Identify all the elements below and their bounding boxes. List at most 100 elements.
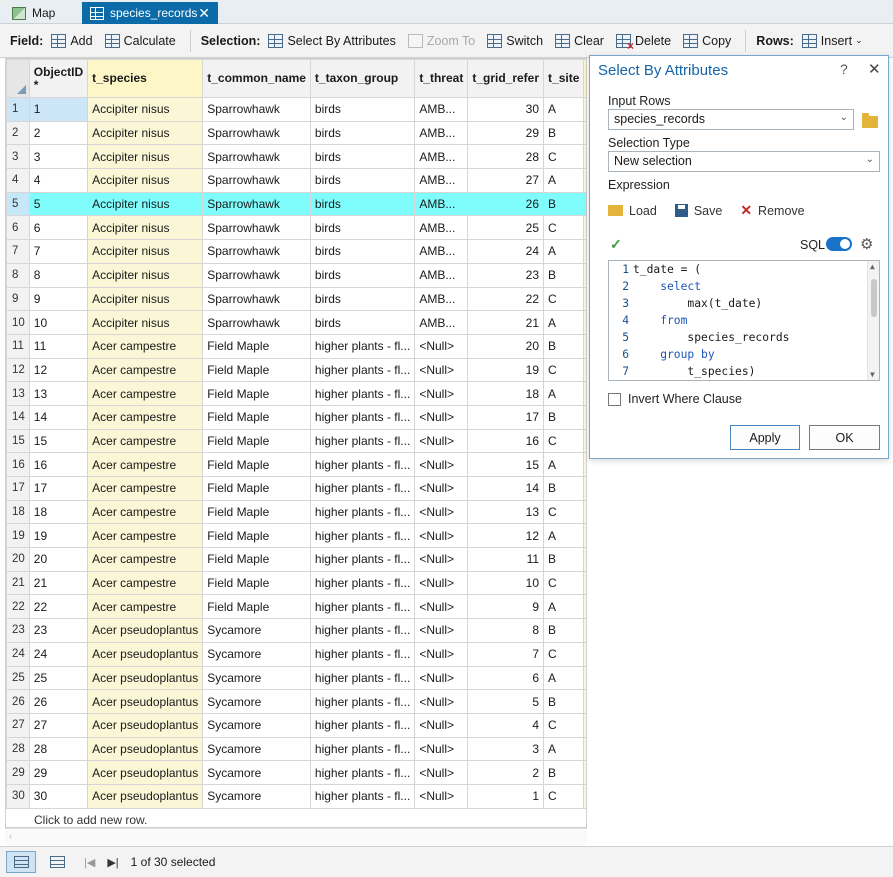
cell-t-threat[interactable]: <Null> xyxy=(414,523,469,549)
table-row[interactable]: 24 24 Acer pseudoplantus Sycamore higher pla… xyxy=(6,641,586,667)
cell-rownum[interactable]: 8 xyxy=(6,262,30,288)
cell-t-site[interactable]: B xyxy=(543,476,585,501)
cell-t-common-name[interactable]: Sparrowhawk xyxy=(202,215,311,241)
cell-t-grid-refer[interactable]: 26 xyxy=(467,191,545,217)
gear-icon[interactable]: ⚙ xyxy=(860,235,873,253)
cell-t-site[interactable]: B xyxy=(543,191,585,217)
cell-t-site[interactable]: C xyxy=(543,783,585,809)
cell-t-taxon-group[interactable]: higher plants - fl... xyxy=(309,499,416,525)
cell-objectid[interactable]: 14 xyxy=(28,404,89,430)
cell-t-site[interactable]: A xyxy=(543,97,585,122)
cell-t-species[interactable]: Acer pseudoplantus xyxy=(87,712,204,738)
cell-t-species[interactable]: Acer pseudoplantus xyxy=(87,783,204,809)
cell-t-taxon-group[interactable]: birds xyxy=(309,310,416,335)
cell-t-threat[interactable]: <Null> xyxy=(414,736,469,762)
cell-rownum[interactable]: 22 xyxy=(6,594,30,620)
cell-t-grid-refer[interactable]: 23 xyxy=(467,262,545,288)
cell-t-date[interactable]: 2024-09-01 xyxy=(583,783,586,809)
cell-t-date[interactable]: 2024-12-01 xyxy=(583,191,586,217)
cell-t-date[interactable]: 2024-10-01 xyxy=(583,310,586,335)
cell-t-grid-refer[interactable]: 12 xyxy=(467,523,545,549)
cell-t-grid-refer[interactable]: 29 xyxy=(467,120,545,146)
cell-rownum[interactable]: 2 xyxy=(6,120,30,146)
cell-t-common-name[interactable]: Field Maple xyxy=(202,428,311,454)
cell-t-site[interactable]: A xyxy=(543,239,585,264)
cell-t-common-name[interactable]: Sparrowhawk xyxy=(202,262,311,288)
cell-objectid[interactable]: 24 xyxy=(28,641,89,667)
cell-rownum[interactable]: 14 xyxy=(6,404,30,430)
cell-t-common-name[interactable]: Sparrowhawk xyxy=(202,144,311,170)
cell-t-threat[interactable]: AMB... xyxy=(414,262,469,288)
cell-t-site[interactable]: C xyxy=(543,570,585,596)
cell-t-site[interactable]: B xyxy=(543,547,585,572)
select-all-corner[interactable] xyxy=(6,59,30,98)
cell-t-taxon-group[interactable]: birds xyxy=(309,97,416,122)
cell-t-species[interactable]: Acer campestre xyxy=(87,499,204,525)
cell-t-threat[interactable]: <Null> xyxy=(414,476,469,501)
zoom-to-button[interactable]: Zoom To xyxy=(407,33,475,48)
scroll-thumb[interactable] xyxy=(871,279,877,317)
cell-t-taxon-group[interactable]: higher plants - fl... xyxy=(309,547,416,572)
cell-t-threat[interactable]: AMB... xyxy=(414,215,469,241)
cell-rownum[interactable]: 1 xyxy=(6,97,30,122)
cell-t-species[interactable]: Acer campestre xyxy=(87,333,204,359)
cell-t-species[interactable]: Accipiter nisus xyxy=(87,262,204,288)
sql-toggle[interactable] xyxy=(826,237,852,251)
cell-t-common-name[interactable]: Sycamore xyxy=(202,783,311,809)
cell-objectid[interactable]: 16 xyxy=(28,452,89,477)
cell-t-species[interactable]: Accipiter nisus xyxy=(87,239,204,264)
cell-rownum[interactable]: 16 xyxy=(6,452,30,477)
cell-rownum[interactable]: 5 xyxy=(6,191,30,217)
column-header-t-species[interactable]: t_species xyxy=(87,59,204,98)
cell-t-grid-refer[interactable]: 25 xyxy=(467,215,545,241)
table-row[interactable]: 3 3 Accipiter nisus Sparrowhawk birds AMB... 2… xyxy=(6,144,586,170)
cell-t-taxon-group[interactable]: higher plants - fl... xyxy=(309,594,416,620)
cell-objectid[interactable]: 28 xyxy=(28,736,89,762)
table-row[interactable]: 11 11 Acer campestre Field Maple higher plan… xyxy=(6,333,586,359)
cell-rownum[interactable]: 7 xyxy=(6,239,30,264)
cell-t-site[interactable]: B xyxy=(543,618,585,643)
cell-t-site[interactable]: A xyxy=(543,665,585,691)
cell-rownum[interactable]: 25 xyxy=(6,665,30,691)
cell-t-taxon-group[interactable]: higher plants - fl... xyxy=(309,476,416,501)
cell-rownum[interactable]: 6 xyxy=(6,215,30,241)
close-icon[interactable]: ✕ xyxy=(868,60,881,78)
apply-button[interactable]: Apply xyxy=(730,425,800,450)
cell-t-threat[interactable]: <Null> xyxy=(414,404,469,430)
cell-t-date[interactable]: 2024-08-01 xyxy=(583,760,586,785)
cell-t-species[interactable]: Accipiter nisus xyxy=(87,191,204,217)
cell-t-date[interactable]: 2024-03-01 xyxy=(583,357,586,383)
cell-t-species[interactable]: Accipiter nisus xyxy=(87,120,204,146)
cell-objectid[interactable]: 6 xyxy=(28,215,89,241)
table-row[interactable]: 12 12 Acer campestre Field Maple higher plan… xyxy=(6,357,586,383)
cell-t-date[interactable]: 2024-01-01 xyxy=(583,404,586,430)
cell-t-date[interactable]: 2024-01-01 xyxy=(583,97,586,122)
cell-t-threat[interactable]: <Null> xyxy=(414,333,469,359)
cell-t-common-name[interactable]: Sycamore xyxy=(202,689,311,714)
cell-objectid[interactable]: 25 xyxy=(28,665,89,691)
cell-t-threat[interactable]: AMB... xyxy=(414,310,469,335)
cell-t-taxon-group[interactable]: birds xyxy=(309,144,416,170)
sql-editor[interactable]: 1 t_date = (2 select 3 max(t_date) 4 from 5 … xyxy=(608,260,880,381)
cell-t-date[interactable]: 2024-09-01 xyxy=(583,689,586,714)
select-by-attributes-button[interactable]: Select By Attributes xyxy=(268,33,396,48)
cell-t-grid-refer[interactable]: 11 xyxy=(467,547,545,572)
cell-t-date[interactable]: 2024-09-01 xyxy=(583,736,586,762)
cell-rownum[interactable]: 12 xyxy=(6,357,30,383)
cell-objectid[interactable]: 15 xyxy=(28,428,89,454)
cell-objectid[interactable]: 3 xyxy=(28,144,89,170)
cell-t-common-name[interactable]: Field Maple xyxy=(202,357,311,383)
cell-t-threat[interactable]: <Null> xyxy=(414,783,469,809)
cell-t-taxon-group[interactable]: birds xyxy=(309,191,416,217)
cell-t-threat[interactable]: AMB... xyxy=(414,286,469,312)
cell-t-site[interactable]: B xyxy=(543,262,585,288)
tab-map[interactable]: Map xyxy=(4,2,76,24)
cell-t-site[interactable]: C xyxy=(543,428,585,454)
table-row[interactable]: 4 4 Accipiter nisus Sparrowhawk birds AMB... 2… xyxy=(6,168,586,193)
cell-t-site[interactable]: B xyxy=(543,120,585,146)
cell-t-common-name[interactable]: Sycamore xyxy=(202,665,311,691)
cell-t-taxon-group[interactable]: birds xyxy=(309,239,416,264)
cell-t-species[interactable]: Acer pseudoplantus xyxy=(87,641,204,667)
cell-t-species[interactable]: Acer pseudoplantus xyxy=(87,618,204,643)
column-header-t-threat[interactable]: t_threat xyxy=(414,59,469,98)
